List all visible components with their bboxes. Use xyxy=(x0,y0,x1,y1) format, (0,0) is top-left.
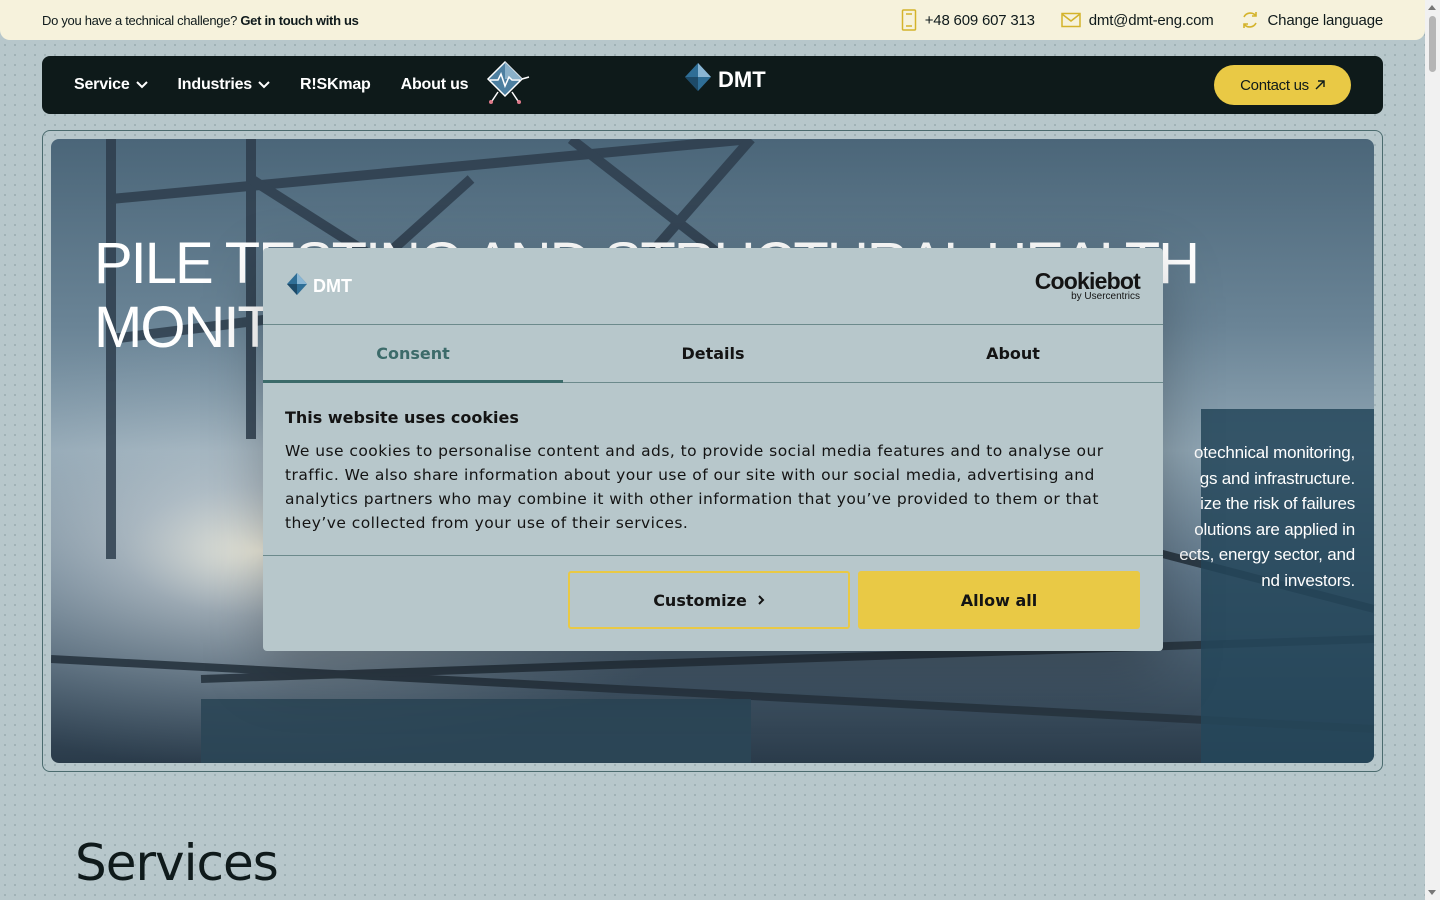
email-address: dmt@dmt-eng.com xyxy=(1088,11,1214,29)
cookie-dialog-heading: This website uses cookies xyxy=(285,408,519,427)
nav-item-industries[interactable]: Industries xyxy=(178,76,270,94)
phone-number: +48 609 607 313 xyxy=(924,11,1035,29)
main-navigation: Service Industries R!SKmap About us DMT … xyxy=(42,56,1383,114)
cookie-dialog-logo: DMT xyxy=(286,272,352,301)
customize-button[interactable]: Customize xyxy=(568,571,850,629)
contact-us-button[interactable]: Contact us xyxy=(1214,65,1351,105)
phone-link[interactable]: +48 609 607 313 xyxy=(901,9,1035,31)
allow-all-button[interactable]: Allow all xyxy=(858,571,1140,629)
arrow-up-right-icon xyxy=(1315,77,1325,94)
customize-label: Customize xyxy=(653,590,747,610)
nav-item-about-us[interactable]: About us xyxy=(401,76,469,94)
allow-all-label: Allow all xyxy=(960,590,1038,610)
refresh-icon xyxy=(1240,10,1260,30)
services-heading: Services xyxy=(75,834,279,892)
site-logo[interactable]: DMT xyxy=(684,62,766,98)
nav-item-label: About us xyxy=(400,76,469,93)
chevron-down-icon xyxy=(135,76,148,94)
scroll-down-icon[interactable] xyxy=(1428,890,1436,895)
cookiebot-name: Cookiebot xyxy=(1034,268,1141,294)
challenge-text: Do you have a technical challenge? Get i… xyxy=(42,13,359,28)
email-link[interactable]: dmt@dmt-eng.com xyxy=(1061,12,1214,29)
scrollbar-thumb[interactable] xyxy=(1429,16,1436,72)
tab-details[interactable]: Details xyxy=(563,325,863,382)
cookie-dialog-text: We use cookies to personalise content an… xyxy=(285,442,1104,532)
chevron-right-icon xyxy=(757,591,765,610)
phone-icon xyxy=(901,9,917,31)
top-info-bar: Do you have a technical challenge? Get i… xyxy=(0,0,1425,40)
logo-diamond-icon xyxy=(684,62,712,98)
change-language-button[interactable]: Change language xyxy=(1240,10,1383,30)
page-scrollbar[interactable] xyxy=(1425,0,1440,900)
mascot-icon xyxy=(482,59,532,112)
challenge-question: Do you have a technical challenge? xyxy=(42,12,238,28)
logo-text: DMT xyxy=(718,67,766,92)
cookie-dialog-header: DMT Cookiebot by Usercentrics xyxy=(263,248,1163,325)
nav-item-label: Industries xyxy=(177,76,253,93)
chevron-down-icon xyxy=(258,76,270,94)
nav-item-label: Service xyxy=(74,76,130,93)
nav-item-riskmap[interactable]: R!SKmap xyxy=(300,76,371,94)
get-in-touch-link[interactable]: Get in touch with us xyxy=(240,13,359,28)
cookie-consent-dialog: DMT Cookiebot by Usercentrics Consent De… xyxy=(263,248,1163,651)
cookie-dialog-body: This website uses cookies We use cookies… xyxy=(263,383,1163,556)
mail-icon xyxy=(1061,12,1081,28)
nav-item-label: R!SKmap xyxy=(300,76,371,93)
cookie-dialog-footer: Customize Allow all xyxy=(263,556,1163,650)
contact-us-label: Contact us xyxy=(1240,76,1309,94)
scroll-up-icon[interactable] xyxy=(1428,5,1436,10)
logo-diamond-icon xyxy=(286,272,308,301)
nav-item-service[interactable]: Service xyxy=(74,76,148,94)
cookiebot-logo[interactable]: Cookiebot by Usercentrics xyxy=(1034,268,1141,302)
change-language-label: Change language xyxy=(1267,11,1384,29)
tab-consent[interactable]: Consent xyxy=(263,325,563,383)
cookie-dialog-tabs: Consent Details About xyxy=(263,325,1163,383)
tab-about[interactable]: About xyxy=(863,325,1163,382)
cookie-dialog-brand-text: DMT xyxy=(313,275,352,296)
